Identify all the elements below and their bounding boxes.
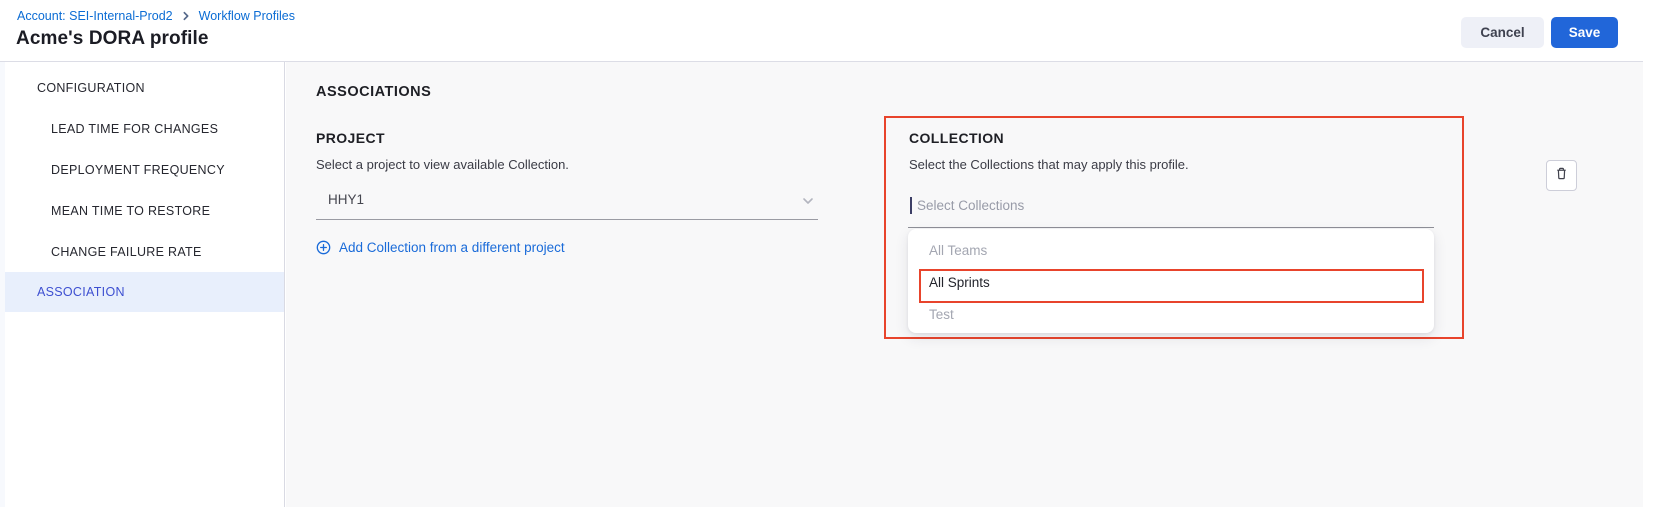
project-select[interactable]: HHY1	[316, 183, 818, 220]
project-section-description: Select a project to view available Colle…	[316, 157, 569, 172]
associations-heading: ASSOCIATIONS	[316, 84, 431, 100]
cancel-button[interactable]: Cancel	[1461, 17, 1544, 48]
breadcrumb-chevron-icon	[181, 11, 191, 21]
breadcrumb-workflow-profiles-link[interactable]: Workflow Profiles	[199, 9, 295, 23]
collections-multiselect-input[interactable]: Select Collections	[908, 185, 1434, 228]
delete-association-button[interactable]	[1546, 160, 1577, 191]
page-title: Acme's DORA profile	[16, 28, 209, 50]
collection-option-test[interactable]: Test	[908, 298, 1434, 330]
collections-dropdown-menu: All Teams All Sprints Test	[908, 229, 1434, 333]
screenshot-root: Account: SEI-Internal-Prod2 Workflow Pro…	[0, 0, 1678, 507]
associations-panel: ASSOCIATIONS PROJECT Select a project to…	[286, 62, 1643, 507]
profile-sections-sidebar: CONFIGURATION LEAD TIME FOR CHANGES DEPL…	[5, 62, 285, 507]
sidebar-item-lead-time-for-changes[interactable]: LEAD TIME FOR CHANGES	[5, 108, 284, 149]
breadcrumb: Account: SEI-Internal-Prod2 Workflow Pro…	[17, 9, 295, 23]
sidebar-item-configuration[interactable]: CONFIGURATION	[5, 67, 284, 108]
trash-icon	[1554, 166, 1569, 186]
text-cursor	[910, 197, 912, 214]
sidebar-item-change-failure-rate[interactable]: CHANGE FAILURE RATE	[5, 231, 284, 272]
sidebar-item-association[interactable]: ASSOCIATION	[5, 272, 284, 312]
collection-section-title: COLLECTION	[909, 130, 1004, 146]
collection-option-all-sprints[interactable]: All Sprints	[908, 266, 1434, 298]
sidebar-item-mean-time-to-restore[interactable]: MEAN TIME TO RESTORE	[5, 190, 284, 231]
chevron-down-icon	[801, 194, 815, 213]
collection-option-all-teams[interactable]: All Teams	[908, 234, 1434, 266]
add-collection-from-different-project-link[interactable]: Add Collection from a different project	[316, 240, 565, 255]
plus-circle-icon	[316, 240, 331, 255]
save-button[interactable]: Save	[1551, 17, 1618, 48]
project-select-value: HHY1	[328, 192, 364, 207]
sidebar-item-deployment-frequency[interactable]: DEPLOYMENT FREQUENCY	[5, 149, 284, 190]
collections-input-placeholder: Select Collections	[917, 198, 1024, 213]
project-section-title: PROJECT	[316, 130, 385, 146]
collection-section-description: Select the Collections that may apply th…	[909, 157, 1189, 172]
breadcrumb-account-link[interactable]: Account: SEI-Internal-Prod2	[17, 9, 173, 23]
app-frame: Account: SEI-Internal-Prod2 Workflow Pro…	[0, 0, 1643, 507]
page-header: Account: SEI-Internal-Prod2 Workflow Pro…	[0, 0, 1643, 62]
add-collection-link-label: Add Collection from a different project	[339, 240, 565, 255]
